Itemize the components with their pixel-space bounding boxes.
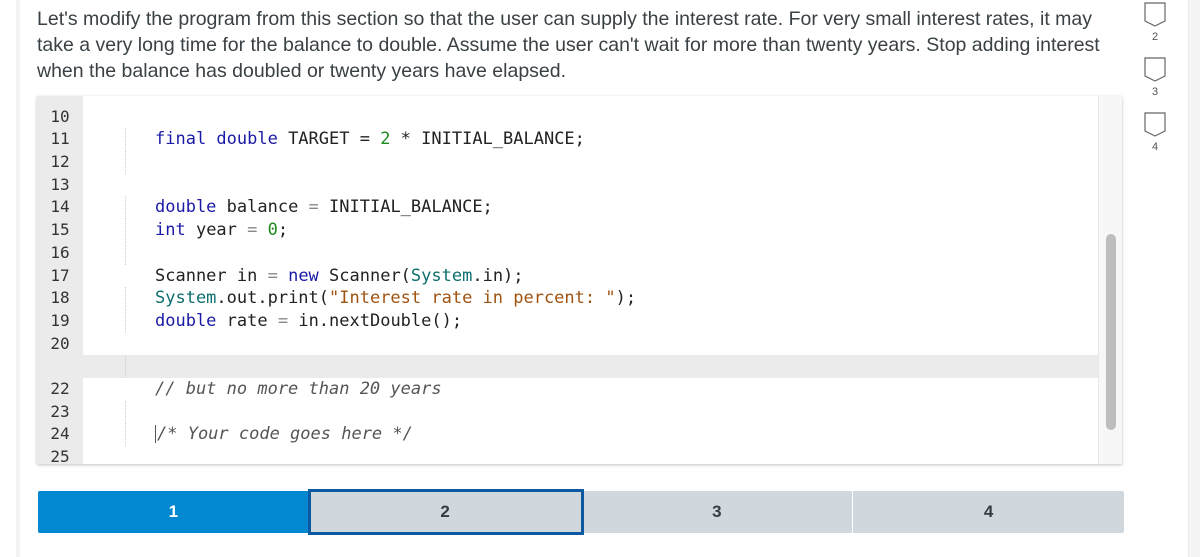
code-line[interactable]: 24 System.out.println("Year: " + year); [37,400,1107,447]
code-line[interactable]: 20 // but no more than 20 years [37,309,1107,399]
indent-guide [125,400,126,424]
indent-guide [125,196,126,220]
code-line[interactable]: 21 [37,333,1107,378]
step-3-button[interactable]: 3 [581,491,854,533]
code-line[interactable]: 10 final double TARGET = 2 * INITIAL_BAL… [37,96,1107,149]
step-4-button[interactable]: 4 [853,491,1124,533]
bookmark-icon [1144,112,1166,137]
editor-scrollbar[interactable] [1098,96,1122,464]
code-line[interactable]: 15 Scanner in = new Scanner(System.in); [37,196,1107,286]
step-1-button[interactable]: 1 [38,491,310,533]
indent-guide [125,151,126,174]
indent-guide [125,355,126,378]
code-line[interactable]: 18 [37,265,1107,310]
code-line[interactable]: 19 // TODO: Count the years required for… [37,287,1107,376]
code-line[interactable]: 25 System.out.printf("Balance: %.2f%n", … [37,423,1107,464]
code-line[interactable]: 12 double balance = INITIAL_BALANCE; [37,128,1107,217]
step-progress-bar: 1 2 3 4 [38,489,1124,535]
indent-guide [125,241,126,265]
indent-guide [125,423,126,446]
indent-guide [125,128,126,152]
code-editor[interactable]: 10 final double TARGET = 2 * INITIAL_BAL… [37,96,1122,464]
indent-guide [125,309,126,333]
code-line[interactable]: 17 double rate = in.nextDouble(); [37,241,1107,331]
bookmark-icon [1144,2,1166,27]
code-line[interactable]: 23 [37,378,1107,424]
question-nav-item-2[interactable]: 2 [1138,2,1172,43]
bookmark-icon [1144,57,1166,82]
indent-guide [125,219,126,242]
problem-statement: Let's modify the program from this secti… [37,8,1100,82]
scrollbar-thumb[interactable] [1106,234,1116,430]
right-margin-rule [1188,0,1200,557]
indent-guide [125,287,126,310]
left-margin-rule [16,0,20,557]
step-2-button[interactable]: 2 [307,489,584,535]
question-nav-item-3[interactable]: 3 [1138,57,1172,98]
question-nav-item-4[interactable]: 4 [1138,112,1172,153]
code-line[interactable]: 14 [37,174,1107,220]
code-line-active[interactable]: 22 /* Your code goes here */ [37,355,1107,444]
code-line[interactable]: 13 int year = 0; [37,151,1107,240]
code-line[interactable]: 11 [37,106,1107,152]
code-line[interactable]: 16 System.out.print("Interest rate in pe… [37,219,1107,308]
code-line[interactable]: 26 } [37,446,1107,464]
